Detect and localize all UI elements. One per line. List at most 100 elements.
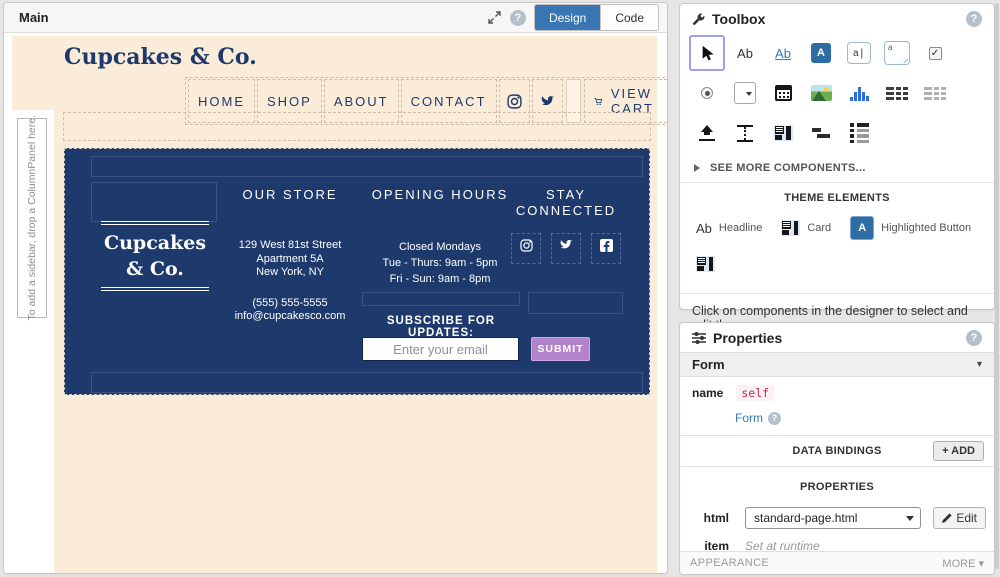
logo-text: Cupcakes & Co. bbox=[101, 225, 209, 287]
toolbox-title: Toolbox bbox=[712, 11, 959, 27]
datarowpanel-icon bbox=[924, 87, 946, 100]
submit-button[interactable]: SUBMIT bbox=[531, 337, 590, 361]
appearance-section-bar[interactable]: APPEARANCE MORE ▾ bbox=[680, 551, 994, 574]
headline-icon: Ab bbox=[696, 221, 712, 236]
spacer-icon bbox=[737, 125, 753, 142]
hours-heading: OPENING HOURS bbox=[365, 187, 515, 203]
card-icon-2[interactable] bbox=[696, 256, 715, 272]
fileloader-tool[interactable] bbox=[688, 113, 726, 153]
plot-tool[interactable] bbox=[840, 73, 878, 113]
horizontal-rule-icon bbox=[812, 127, 830, 139]
datarowpanel-tool[interactable] bbox=[916, 73, 954, 113]
radiobutton-tool[interactable] bbox=[688, 73, 726, 113]
site-title[interactable]: Cupcakes & Co. bbox=[64, 44, 257, 70]
horizontalrule-tool[interactable] bbox=[802, 113, 840, 153]
store-address: 129 West 81st Street Apartment 5A New Yo… bbox=[220, 239, 360, 280]
instagram-icon[interactable] bbox=[511, 233, 541, 264]
see-more-components-link[interactable]: SEE MORE COMPONENTS... bbox=[680, 153, 994, 183]
link-tool[interactable]: Ab bbox=[764, 33, 802, 73]
html-template-select[interactable]: standard-page.html bbox=[745, 507, 921, 529]
footer-logo[interactable]: Cupcakes & Co. bbox=[101, 221, 209, 291]
button-icon: A bbox=[811, 43, 831, 63]
theme-headline-label: Headline bbox=[719, 222, 762, 234]
store-email: info@cupcakesco.com bbox=[220, 310, 360, 324]
selected-tool-box bbox=[689, 35, 725, 71]
form-type-row: Form bbox=[680, 403, 994, 435]
theme-headline[interactable]: Ab Headline bbox=[696, 221, 762, 236]
cart-icon bbox=[594, 95, 603, 108]
expand-icon[interactable] bbox=[486, 9, 504, 27]
button-tool[interactable]: A bbox=[802, 33, 840, 73]
help-icon[interactable] bbox=[966, 11, 982, 27]
edit-button-label: Edit bbox=[956, 511, 977, 525]
appearance-label: APPEARANCE bbox=[690, 557, 942, 569]
name-property-row: name self bbox=[680, 377, 994, 403]
empty-container-row[interactable] bbox=[63, 112, 651, 141]
help-icon[interactable] bbox=[510, 10, 526, 26]
toolbox-row-1: Ab Ab A bbox=[688, 33, 994, 73]
footer-card[interactable]: Cupcakes & Co. OUR STORE 129 West 81st S… bbox=[64, 148, 650, 395]
textarea-tool[interactable] bbox=[878, 33, 916, 73]
footer-store-column[interactable]: OUR STORE 129 West 81st Street Apartment… bbox=[220, 187, 360, 324]
hours-line: Fri - Sun: 9am - 8pm bbox=[365, 271, 515, 287]
name-value[interactable]: self bbox=[736, 385, 774, 401]
image-icon bbox=[811, 85, 832, 101]
store-phone: (555) 555-5555 bbox=[220, 297, 360, 311]
pencil-icon bbox=[942, 513, 952, 523]
facebook-icon[interactable] bbox=[591, 233, 621, 264]
list-icon bbox=[850, 123, 869, 143]
properties-header: Properties bbox=[680, 323, 994, 352]
tab-design[interactable]: Design bbox=[535, 5, 600, 30]
designer-header: Main Design Code bbox=[4, 3, 667, 33]
label-icon: Ab bbox=[737, 46, 753, 61]
help-icon[interactable] bbox=[966, 330, 982, 346]
image-tool[interactable] bbox=[802, 73, 840, 113]
checkbox-tool[interactable] bbox=[916, 33, 954, 73]
more-toggle[interactable]: MORE ▾ bbox=[942, 557, 984, 570]
select-tool[interactable] bbox=[688, 33, 726, 73]
radio-icon bbox=[701, 87, 713, 99]
dropdown-tool[interactable] bbox=[726, 73, 764, 113]
upload-icon bbox=[699, 125, 715, 141]
theme-card[interactable]: Card bbox=[781, 220, 831, 236]
footer-connected-column[interactable]: STAY CONNECTED bbox=[501, 187, 631, 219]
footer-bottom-spacer[interactable] bbox=[91, 372, 643, 393]
email-input[interactable] bbox=[362, 337, 519, 361]
footer-empty-box-2[interactable] bbox=[528, 292, 623, 314]
footer-hours-column[interactable]: OPENING HOURS Closed Mondays Tue - Thurs… bbox=[365, 187, 515, 287]
textarea-icon bbox=[884, 41, 910, 65]
datagrid-tool[interactable] bbox=[878, 73, 916, 113]
highlighted-button-icon: A bbox=[850, 216, 874, 240]
repeatingpanel-tool[interactable] bbox=[840, 113, 878, 153]
spacer-tool[interactable] bbox=[726, 113, 764, 153]
footer-logo-placeholder[interactable] bbox=[91, 182, 217, 222]
sidebar-drop-zone[interactable]: To add a sidebar, drop a ColumnPanel her… bbox=[12, 110, 54, 574]
datagrid-icon bbox=[886, 87, 908, 100]
tab-code[interactable]: Code bbox=[600, 5, 658, 30]
sliders-icon bbox=[692, 332, 706, 344]
properties-section-label: PROPERTIES bbox=[800, 481, 874, 493]
footer-empty-box-1[interactable] bbox=[362, 292, 520, 306]
sidebar-hint-box: To add a sidebar, drop a ColumnPanel her… bbox=[17, 118, 47, 318]
twitter-icon[interactable] bbox=[551, 233, 581, 264]
chevron-down-icon bbox=[906, 516, 914, 525]
help-icon[interactable] bbox=[768, 412, 781, 425]
view-tabs: Design Code bbox=[534, 4, 659, 31]
scrollbar[interactable] bbox=[995, 3, 999, 569]
address-line: Apartment 5A bbox=[220, 253, 360, 267]
label-tool[interactable]: Ab bbox=[726, 33, 764, 73]
theme-highlighted-button[interactable]: A Highlighted Button bbox=[850, 216, 971, 240]
selected-component-name: Form bbox=[692, 357, 977, 372]
textbox-tool[interactable] bbox=[840, 33, 878, 73]
hours-line: Closed Mondays bbox=[365, 239, 515, 255]
edit-html-button[interactable]: Edit bbox=[933, 507, 986, 529]
component-selector[interactable]: Form ▾ bbox=[680, 352, 994, 377]
columnpanel-tool[interactable] bbox=[764, 113, 802, 153]
footer-top-spacer[interactable] bbox=[91, 156, 643, 177]
toolbox-header: Toolbox bbox=[680, 4, 994, 33]
page-background[interactable]: Cupcakes & Co. HOME SHOP ABOUT CONTACT V… bbox=[12, 36, 657, 574]
form-type-link[interactable]: Form bbox=[735, 411, 763, 425]
add-binding-button[interactable]: + ADD bbox=[933, 441, 984, 461]
datepicker-tool[interactable] bbox=[764, 73, 802, 113]
logo-rule-bottom bbox=[101, 287, 209, 291]
